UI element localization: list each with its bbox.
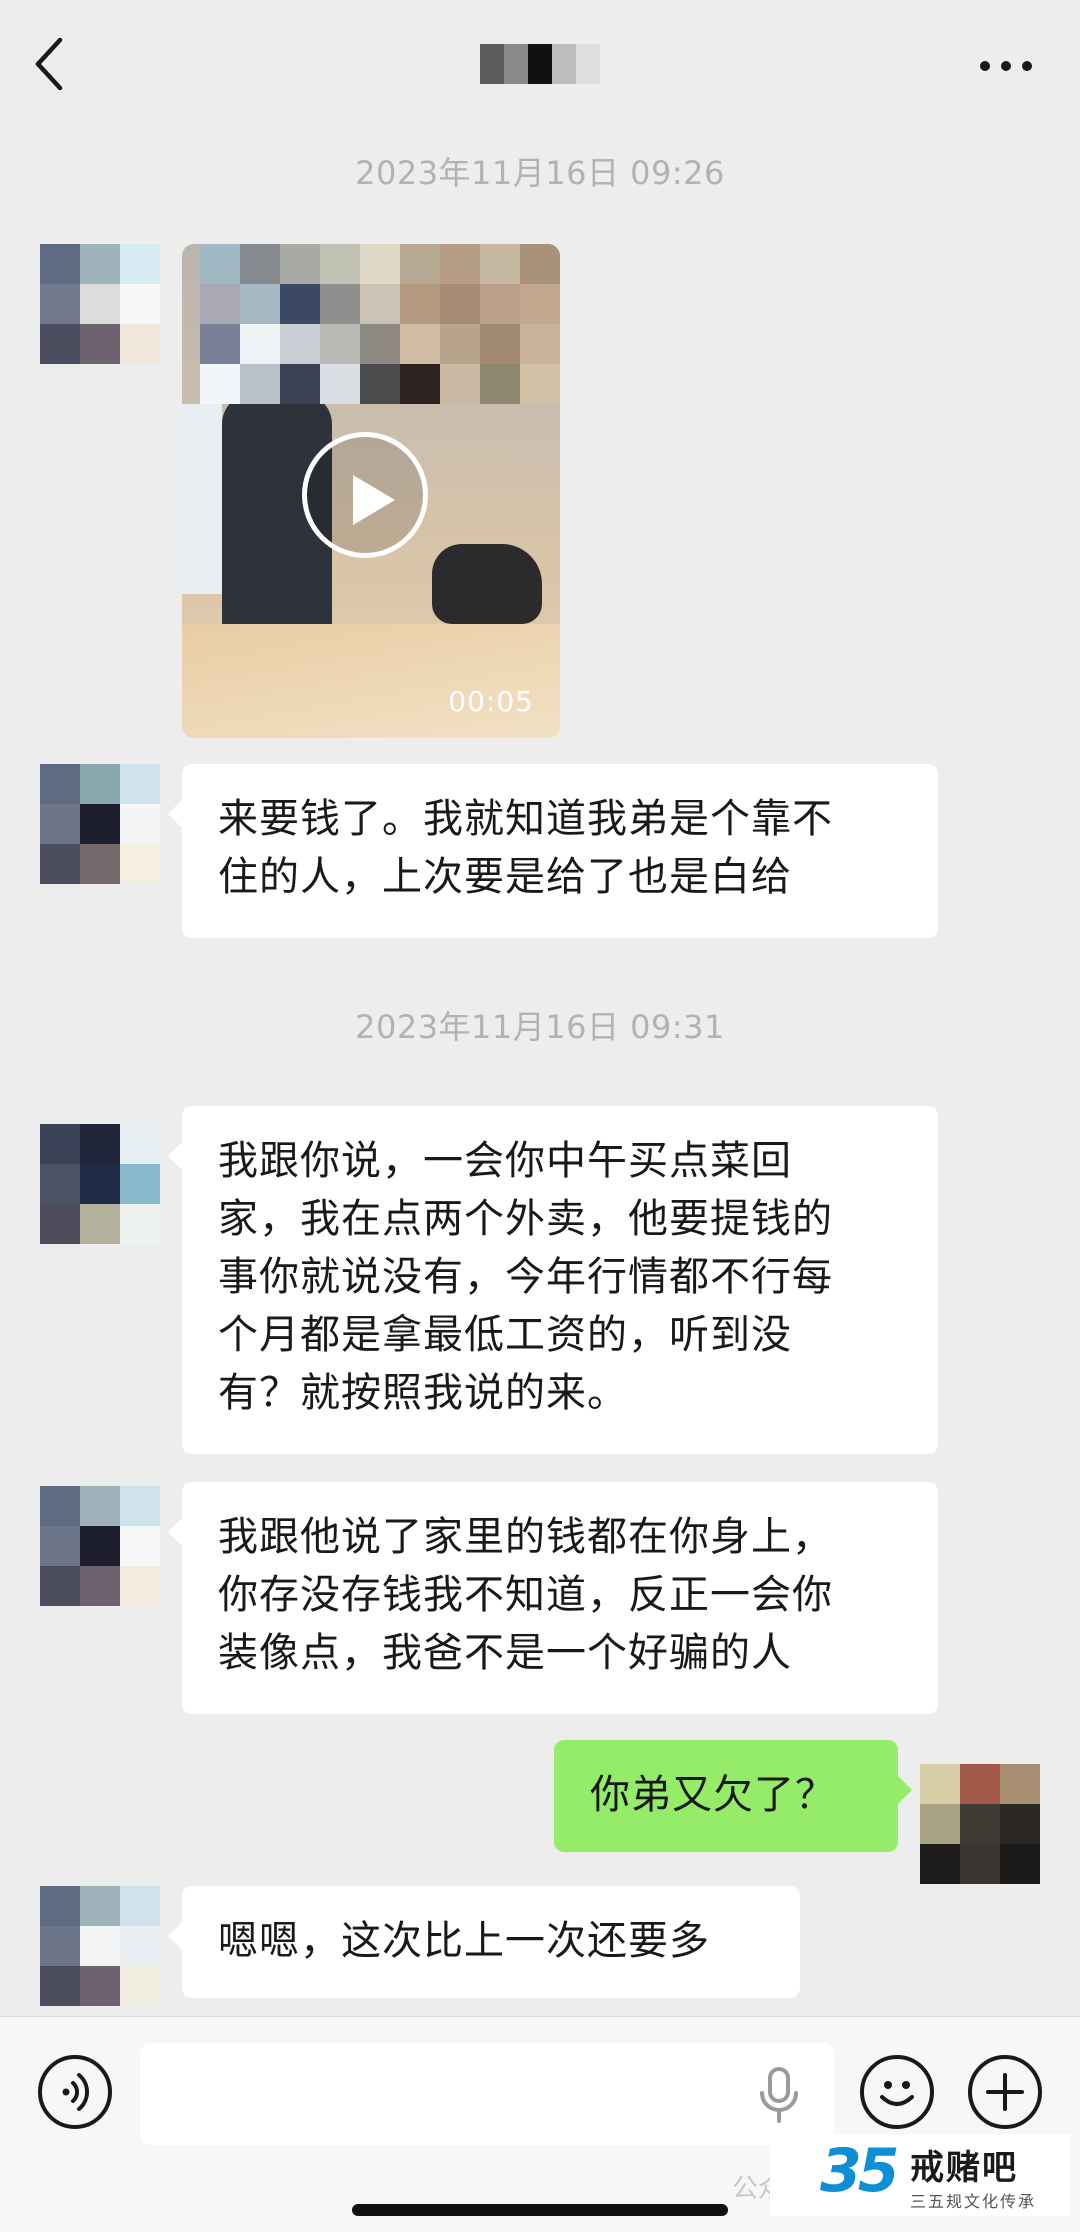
home-indicator[interactable] (352, 2204, 728, 2216)
voice-input-button[interactable] (38, 2055, 112, 2129)
message-text-line: 你弟又欠了？ (590, 1772, 836, 1818)
contact-avatar[interactable] (40, 1124, 160, 1244)
message-bubble-self[interactable]: 你弟又欠了？ (554, 1740, 912, 1852)
contact-avatar[interactable] (40, 244, 160, 364)
message-text-line: 来要钱了。我就知道我弟是个靠不 (218, 796, 833, 842)
watermark-logo: 35 戒赌吧 三五规文化传承 (770, 2134, 1070, 2216)
message-text-line: 个月都是拿最低工资的，听到没 (218, 1312, 792, 1358)
watermark-number: 35 (820, 2136, 899, 2206)
more-button[interactable] (976, 40, 1036, 80)
back-button[interactable] (28, 34, 72, 94)
contact-avatar[interactable] (40, 1486, 160, 1606)
plus-icon (986, 2073, 1024, 2111)
message-text-line: 事你就说没有，今年行情都不行每 (218, 1254, 833, 1300)
watermark-name: 戒赌吧 (910, 2148, 1018, 2188)
message-text-line: 有？就按照我说的来。 (218, 1370, 628, 1416)
message-bubble[interactable]: 我跟他说了家里的钱都在你身上， 你存没存钱我不知道，反正一会你 装像点，我爸不是… (168, 1482, 938, 1714)
video-thumbnail-detail (182, 624, 560, 738)
contact-avatar[interactable] (40, 764, 160, 884)
video-thumbnail-detail (432, 544, 542, 624)
voice-icon (62, 2073, 90, 2111)
play-icon (353, 475, 395, 525)
message-text-line: 嗯嗯，这次比上一次还要多 (218, 1918, 710, 1964)
contact-avatar[interactable] (40, 1886, 160, 2006)
message-text-line: 我跟你说，一会你中午买点菜回 (218, 1138, 792, 1184)
chevron-left-icon (35, 37, 63, 91)
message-text-line: 我跟他说了家里的钱都在你身上， (218, 1514, 833, 1560)
message-text-line: 住的人，上次要是给了也是白给 (218, 854, 792, 900)
watermark-subtitle: 三五规文化传承 (910, 2192, 1037, 2211)
message-text-line: 你存没存钱我不知道，反正一会你 (218, 1572, 833, 1618)
emoji-icon (880, 2081, 914, 2106)
message-text-line: 家，我在点两个外卖，他要提钱的 (218, 1196, 833, 1242)
more-actions-button[interactable] (968, 2055, 1042, 2129)
video-thumbnail-detail (182, 404, 222, 594)
emoji-button[interactable] (860, 2055, 934, 2129)
message-bubble[interactable]: 来要钱了。我就知道我弟是个靠不 住的人，上次要是给了也是白给 (168, 764, 938, 938)
self-avatar[interactable] (920, 1764, 1040, 1884)
chat-title-obscured (480, 44, 600, 84)
play-button[interactable] (302, 432, 428, 558)
message-text-line: 装像点，我爸不是一个好骗的人 (218, 1630, 792, 1676)
message-input-field[interactable] (140, 2043, 834, 2145)
message-timestamp: 2023年11月16日 09:31 (355, 1008, 725, 1046)
video-duration: 00:05 (448, 685, 534, 718)
chat-header (0, 0, 1080, 130)
message-bubble[interactable]: 我跟你说，一会你中午买点菜回 家，我在点两个外卖，他要提钱的 事你就说没有，今年… (168, 1106, 938, 1454)
video-message[interactable]: 00:05 (182, 244, 560, 738)
message-bubble[interactable]: 嗯嗯，这次比上一次还要多 (168, 1886, 800, 1998)
video-thumbnail-mosaic (200, 244, 560, 404)
message-timestamp: 2023年11月16日 09:26 (355, 154, 725, 192)
more-dots-icon (980, 61, 1032, 71)
microphone-icon[interactable] (756, 2065, 802, 2125)
